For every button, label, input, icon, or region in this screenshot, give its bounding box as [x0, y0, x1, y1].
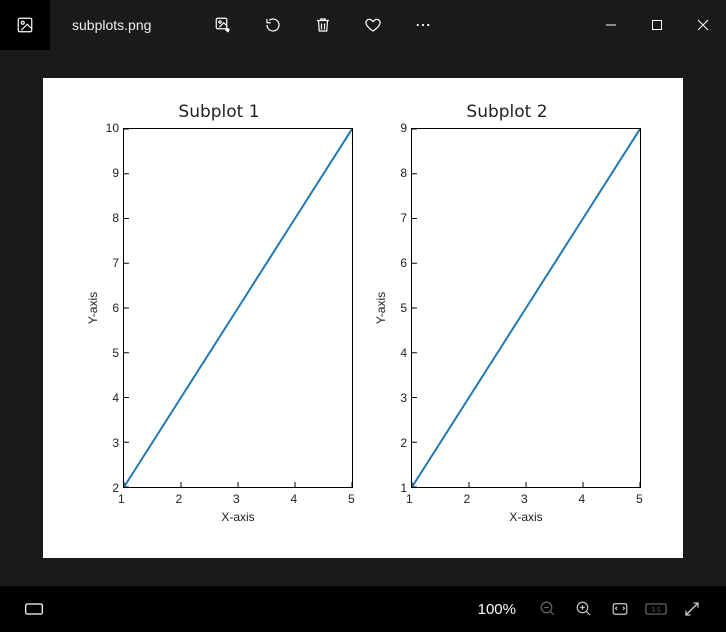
x-tick-label: 5 — [636, 492, 643, 506]
filename-label: subplots.png — [50, 0, 173, 50]
fit-screen-icon[interactable] — [602, 591, 638, 627]
x-tick-label: 1 — [406, 492, 413, 506]
x-tick-label: 2 — [176, 492, 183, 506]
app-photo-icon — [0, 0, 50, 50]
data-line — [412, 129, 640, 487]
figure: Subplot 1 Y-axis 2 3 4 5 6 7 8 9 10 1 2 3 4 5 X-axis Sub… — [43, 78, 683, 558]
y-axis-label: Y-axis — [374, 292, 388, 324]
y-tick-label: 10 — [106, 121, 119, 135]
zoom-level-label: 100% — [478, 601, 516, 618]
actual-size-icon[interactable]: 1:1 — [638, 591, 674, 627]
y-tick-label: 3 — [112, 436, 119, 450]
rotate-icon[interactable] — [263, 15, 283, 35]
plot-area — [411, 128, 641, 488]
fullscreen-icon[interactable] — [674, 591, 710, 627]
y-tick-label: 8 — [400, 166, 407, 180]
subplot-title: Subplot 1 — [178, 102, 259, 122]
svg-text:1:1: 1:1 — [651, 607, 661, 614]
zoom-out-icon[interactable] — [530, 591, 566, 627]
y-tick-label: 9 — [112, 166, 119, 180]
x-tick-label: 3 — [233, 492, 240, 506]
y-tick-label: 9 — [400, 121, 407, 135]
x-tick-label: 1 — [118, 492, 125, 506]
x-tick-label: 5 — [348, 492, 355, 506]
x-tick-label: 2 — [464, 492, 471, 506]
favorite-icon[interactable] — [363, 15, 383, 35]
edit-image-icon[interactable] — [213, 15, 233, 35]
x-tick-label: 3 — [521, 492, 528, 506]
y-tick-label: 6 — [400, 256, 407, 270]
y-tick-label: 3 — [400, 391, 407, 405]
y-tick-label: 4 — [400, 346, 407, 360]
y-tick-label: 2 — [400, 436, 407, 450]
y-tick-label: 5 — [112, 346, 119, 360]
y-tick-label: 8 — [112, 211, 119, 225]
x-tick-label: 4 — [579, 492, 586, 506]
bottombar: 100% 1:1 — [0, 586, 726, 632]
close-button[interactable] — [680, 0, 726, 50]
y-tick-label: 4 — [112, 391, 119, 405]
subplot-2: Subplot 2Y-axis123456789 12345X-axis — [373, 102, 641, 524]
y-tick-label: 7 — [112, 256, 119, 270]
y-axis-label: Y-axis — [86, 292, 100, 324]
maximize-button[interactable] — [634, 0, 680, 50]
toolbar — [173, 0, 433, 50]
x-tick-label: 4 — [291, 492, 298, 506]
plot-area — [123, 128, 353, 488]
image-canvas: Subplot 1 Y-axis 2 3 4 5 6 7 8 9 10 1 2 3 4 5 X-axis Sub… — [0, 50, 726, 586]
data-line — [124, 129, 352, 487]
window-controls — [588, 0, 726, 50]
x-axis-label: X-axis — [123, 510, 353, 524]
minimize-button[interactable] — [588, 0, 634, 50]
zoom-in-icon[interactable] — [566, 591, 602, 627]
delete-icon[interactable] — [313, 15, 333, 35]
y-tick-label: 5 — [400, 301, 407, 315]
titlebar: subplots.png — [0, 0, 726, 50]
filmstrip-icon[interactable] — [16, 591, 52, 627]
y-tick-label: 6 — [112, 301, 119, 315]
x-axis-label: X-axis — [411, 510, 641, 524]
subplot-1: Subplot 1Y-axis2345678910 12345X-axis — [85, 102, 353, 524]
subplot-title: Subplot 2 — [466, 102, 547, 122]
y-tick-label: 7 — [400, 211, 407, 225]
more-icon[interactable] — [413, 15, 433, 35]
